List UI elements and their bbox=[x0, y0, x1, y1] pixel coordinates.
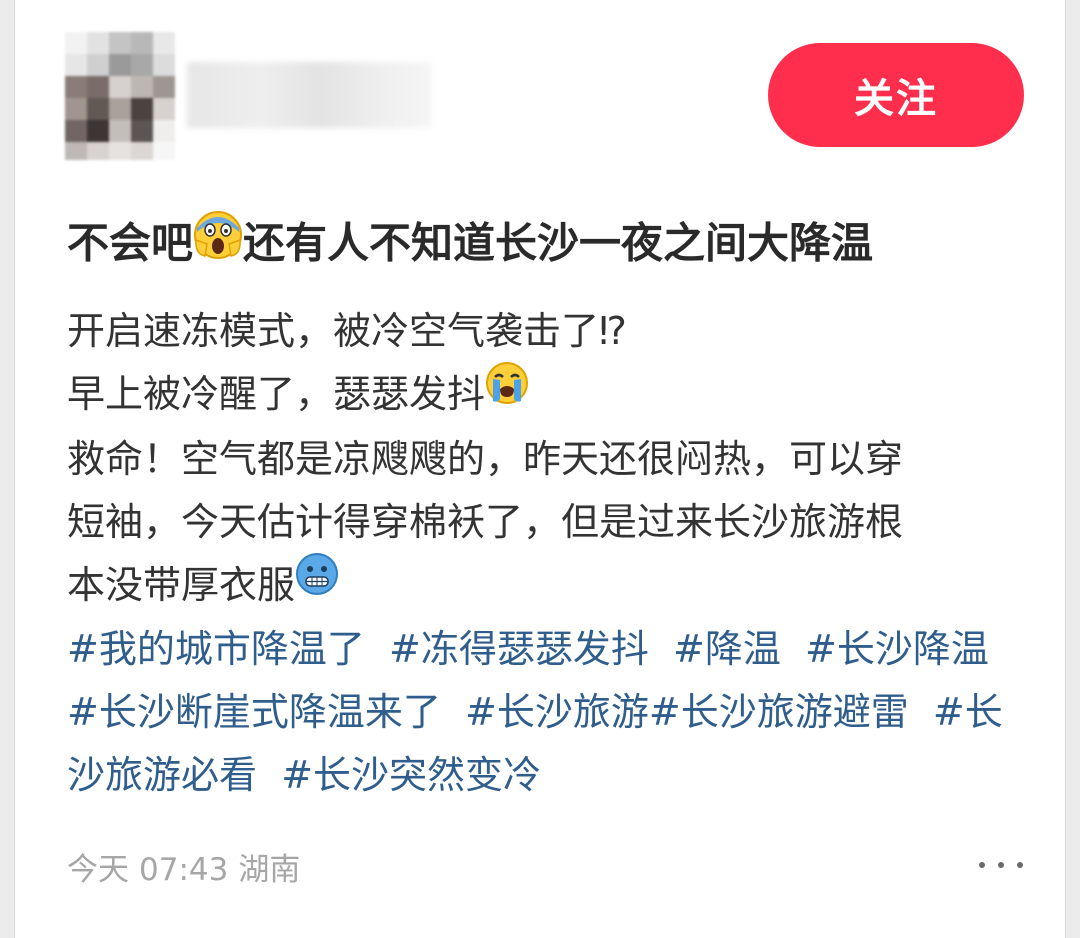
dot bbox=[1017, 862, 1023, 868]
body-line: 早上被冷醒了，瑟瑟发抖 bbox=[67, 361, 1027, 428]
hashtag-link[interactable]: #降温 bbox=[673, 627, 781, 671]
body-line: 救命！空气都是凉飕飕的，昨天还很闷热，可以穿 bbox=[67, 437, 904, 481]
post-body: 开启速冻模式，被冷空气袭击了⁉ 早上被冷醒了，瑟瑟发抖 救命！空气都是凉飕飕的，… bbox=[67, 300, 1027, 619]
hashtag-list: #我的城市降温了 #冻得瑟瑟发抖 #降温 #长沙降温 #长沙断崖式降温来了 #长… bbox=[67, 618, 1027, 807]
avatar[interactable] bbox=[65, 32, 175, 160]
title-text-start: 不会吧 bbox=[67, 218, 194, 268]
more-dots-icon[interactable] bbox=[979, 843, 1023, 887]
hashtag-link[interactable]: #冻得瑟瑟发抖 bbox=[389, 627, 649, 671]
body-line: 本没带厚衣服 bbox=[67, 552, 1027, 619]
hashtag-link[interactable]: #长沙旅游 bbox=[465, 690, 649, 734]
screaming-face-icon bbox=[193, 210, 243, 274]
post-date: 今天 bbox=[67, 852, 129, 888]
dot bbox=[998, 862, 1004, 868]
hashtag-link[interactable]: #长沙突然变冷 bbox=[281, 753, 541, 797]
body-line: 短袖，今天估计得穿棉袄了，但是过来长沙旅游根 bbox=[67, 500, 904, 544]
dot bbox=[979, 862, 985, 868]
loudly-crying-face-icon bbox=[485, 361, 529, 424]
post-title: 不会吧 还有人不知道长沙一夜之间大降温 bbox=[67, 211, 1047, 278]
post-time: 07:43 bbox=[139, 852, 229, 888]
hashtag-link[interactable]: #长沙断崖式降温来了 bbox=[67, 690, 441, 734]
hashtag-link[interactable]: #长沙旅游避雷 bbox=[649, 690, 909, 734]
body-line-text: 本没带厚衣服 bbox=[67, 563, 296, 607]
body-line-text: 早上被冷醒了，瑟瑟发抖 bbox=[67, 372, 486, 416]
username-redacted[interactable] bbox=[187, 62, 431, 128]
hashtag-link[interactable]: #长沙降温 bbox=[805, 627, 989, 671]
cold-face-icon bbox=[295, 552, 339, 615]
title-text-end: 还有人不知道长沙一夜之间大降温 bbox=[243, 218, 874, 268]
hashtag-link[interactable]: #我的城市降温了 bbox=[67, 627, 365, 671]
post-location: 湖南 bbox=[238, 852, 301, 888]
post-meta: 今天 07:43 湖南 bbox=[67, 844, 310, 889]
follow-button[interactable]: 关注 bbox=[768, 43, 1024, 147]
body-line: 开启速冻模式，被冷空气袭击了⁉ bbox=[67, 309, 627, 353]
post-card: 关注 不会吧 还有人不知道长沙一夜之间大降温 开启速冻模式，被冷空气袭击了⁉ 早… bbox=[14, 0, 1066, 938]
